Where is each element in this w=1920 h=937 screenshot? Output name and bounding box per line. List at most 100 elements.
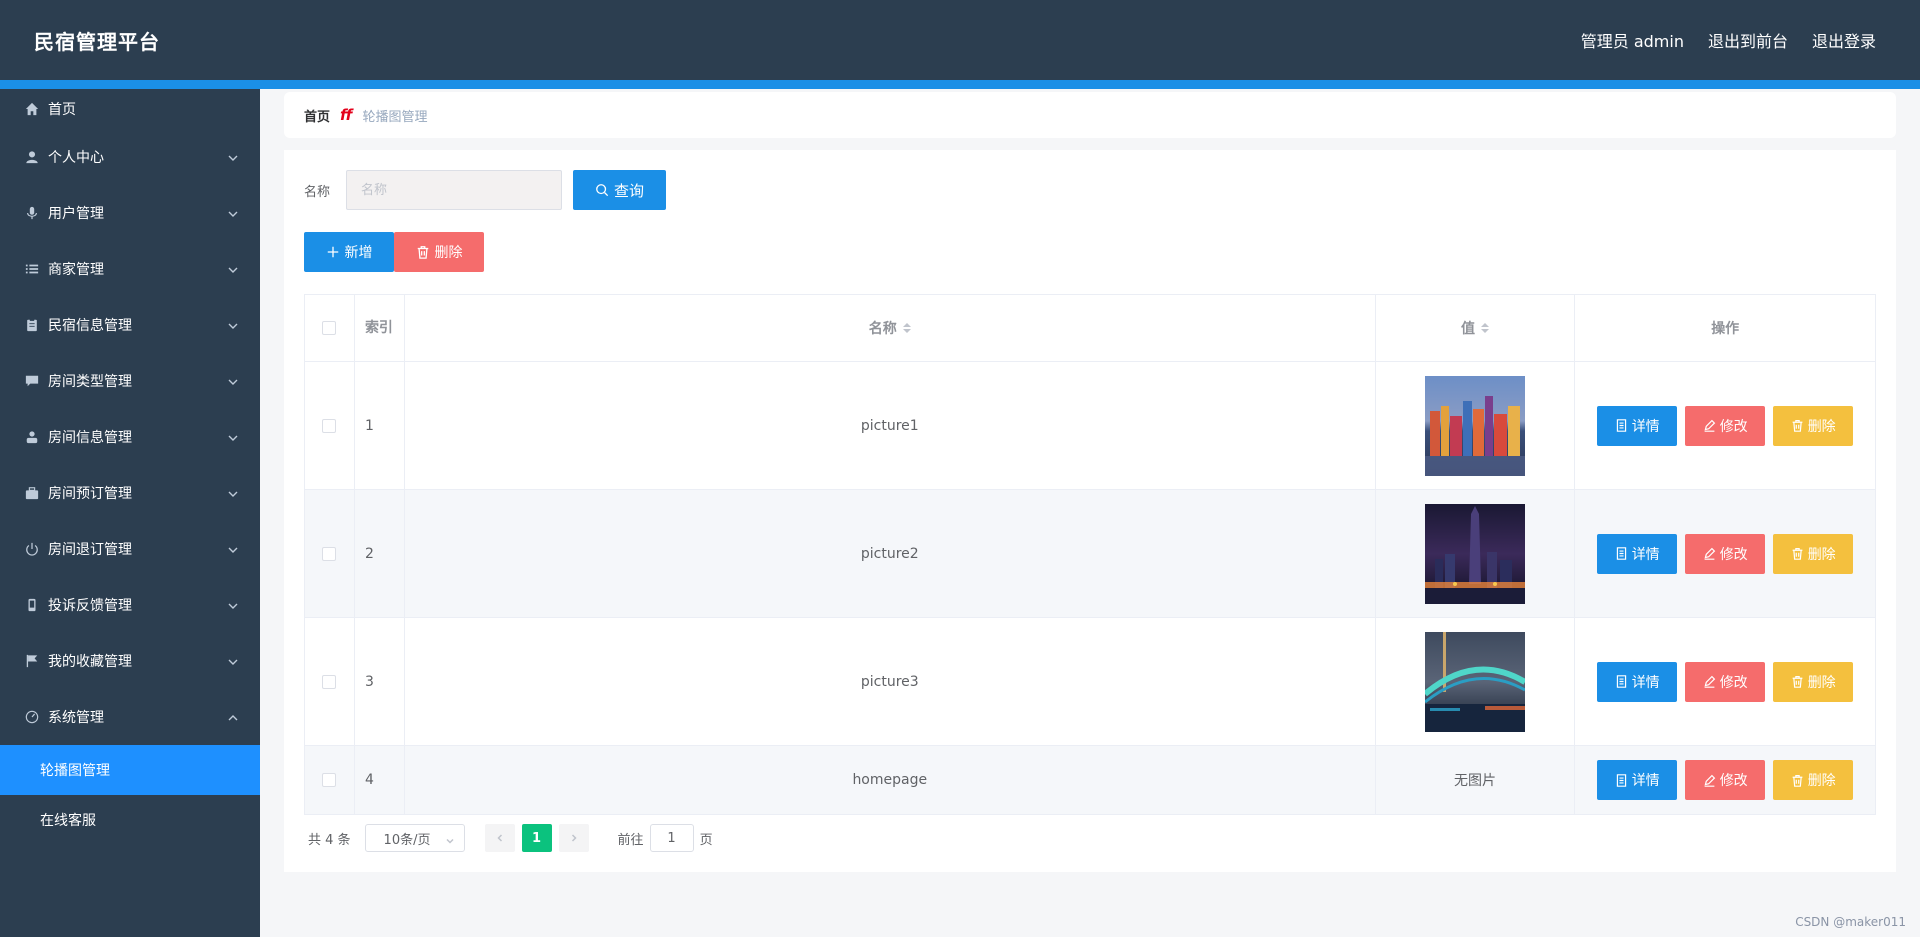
sidebar-subitem-online-service[interactable]: 在线客服 — [0, 795, 260, 845]
trash-icon — [417, 246, 428, 259]
row-thumbnail-image[interactable] — [1425, 503, 1526, 604]
chevron-down-icon — [228, 487, 238, 497]
edit-button[interactable]: 修改 — [1685, 661, 1766, 702]
delete-button[interactable]: 删除 — [1773, 661, 1854, 702]
sidebar-item-system-management[interactable]: 系统管理 — [0, 689, 260, 745]
flag-icon — [24, 653, 40, 669]
add-button[interactable]: 新增 — [304, 232, 394, 272]
row-checkbox[interactable] — [322, 546, 337, 561]
sidebar-item-label: 用户管理 — [48, 206, 104, 222]
column-header-name[interactable]: 名称 — [405, 295, 1376, 361]
sort-icon[interactable] — [902, 323, 911, 333]
sidebar-item-label: 投诉反馈管理 — [48, 598, 132, 614]
row-checkbox[interactable] — [322, 418, 337, 433]
pagination: 共 4 条 10条/页 1 前往 页 — [308, 824, 713, 852]
table-header-row: 索引 名称 值 操作 — [305, 295, 1875, 362]
select-all-checkbox[interactable] — [322, 321, 337, 335]
row-thumbnail-image[interactable] — [1425, 631, 1526, 732]
prev-page-button[interactable] — [484, 824, 515, 852]
clipboard-icon — [24, 317, 40, 333]
current-user: 管理员 admin — [1580, 32, 1684, 51]
chevron-down-icon — [228, 151, 238, 161]
sidebar-item-complaint-feedback[interactable]: 投诉反馈管理 — [0, 577, 260, 633]
sidebar-item-user-management[interactable]: 用户管理 — [0, 185, 260, 241]
sidebar-item-merchant-management[interactable]: 商家管理 — [0, 241, 260, 297]
list-icon — [24, 261, 40, 277]
sidebar-item-home[interactable]: 首页 — [0, 89, 260, 129]
sidebar-item-favorites[interactable]: 我的收藏管理 — [0, 633, 260, 689]
chat-icon — [24, 373, 40, 389]
chevron-left-icon — [496, 834, 502, 842]
page-number-current[interactable]: 1 — [521, 824, 552, 852]
document-icon — [1616, 675, 1626, 688]
chevron-right-icon — [571, 834, 577, 842]
trash-icon — [1792, 548, 1803, 560]
plus-icon — [327, 246, 338, 258]
row-index: 4 — [355, 746, 405, 814]
detail-button[interactable]: 详情 — [1597, 760, 1678, 800]
detail-button[interactable]: 详情 — [1597, 661, 1678, 702]
power-icon — [24, 541, 40, 557]
document-icon — [1616, 547, 1626, 560]
sidebar-subitem-carousel[interactable]: 轮播图管理 — [0, 745, 260, 795]
search-button[interactable]: 查询 — [573, 170, 667, 210]
row-checkbox[interactable] — [322, 674, 337, 689]
sidebar-item-room-cancel[interactable]: 房间退订管理 — [0, 521, 260, 577]
page-size-select[interactable]: 10条/页 — [364, 824, 465, 852]
edit-button[interactable]: 修改 — [1685, 405, 1766, 446]
row-name: picture1 — [405, 362, 1376, 489]
phone-icon — [24, 597, 40, 613]
delete-button[interactable]: 删除 — [1773, 760, 1854, 800]
edit-button[interactable]: 修改 — [1685, 760, 1766, 800]
goto-page-input[interactable] — [649, 824, 694, 852]
row-name: picture2 — [405, 490, 1376, 617]
edit-icon — [1704, 547, 1715, 560]
row-index: 1 — [355, 362, 405, 489]
search-input[interactable] — [346, 170, 563, 210]
breadcrumb-home[interactable]: 首页 — [304, 106, 330, 125]
sidebar-item-homestay-info[interactable]: 民宿信息管理 — [0, 297, 260, 353]
edit-button[interactable]: 修改 — [1685, 533, 1766, 574]
chevron-down-icon — [228, 655, 238, 665]
detail-button[interactable]: 详情 — [1597, 405, 1678, 446]
top-header: 民宿管理平台 管理员 admin 退出到前台 退出登录 — [0, 0, 1920, 80]
main-content: 名称 查询 新增 删除 索引 名称 值 操作 — [284, 150, 1896, 872]
chevron-up-icon — [228, 711, 238, 721]
batch-delete-button[interactable]: 删除 — [394, 232, 484, 272]
detail-button[interactable]: 详情 — [1597, 533, 1678, 574]
sidebar: 首页 个人中心 用户管理 商家管理 民宿信息管理 房间类型管理 房间信息管理 房… — [0, 89, 260, 937]
microphone-icon — [24, 205, 40, 221]
row-name: picture3 — [405, 618, 1376, 745]
chevron-down-icon — [228, 263, 238, 273]
goto-suffix: 页 — [699, 832, 713, 848]
trash-icon — [1792, 774, 1803, 787]
goto-prefix: 前往 — [617, 832, 644, 848]
user-icon — [24, 149, 40, 165]
row-name: homepage — [405, 746, 1376, 814]
trash-icon — [1792, 420, 1803, 432]
delete-button[interactable]: 删除 — [1773, 533, 1854, 574]
sidebar-item-label: 首页 — [48, 102, 76, 118]
delete-button[interactable]: 删除 — [1773, 405, 1854, 446]
exit-to-front-link[interactable]: 退出到前台 — [1708, 28, 1788, 52]
sidebar-item-label: 商家管理 — [48, 262, 104, 278]
sidebar-item-label: 系统管理 — [48, 710, 104, 726]
sidebar-item-personal-center[interactable]: 个人中心 — [0, 129, 260, 185]
column-header-index: 索引 — [355, 295, 405, 361]
column-header-value[interactable]: 值 — [1376, 295, 1576, 361]
chevron-down-icon — [228, 207, 238, 217]
row-checkbox[interactable] — [322, 773, 337, 787]
sidebar-item-room-type[interactable]: 房间类型管理 — [0, 353, 260, 409]
sidebar-item-room-booking[interactable]: 房间预订管理 — [0, 465, 260, 521]
app-title: 民宿管理平台 — [34, 30, 160, 54]
sidebar-item-label: 个人中心 — [48, 150, 104, 166]
sort-icon[interactable] — [1481, 323, 1490, 333]
document-icon — [1616, 419, 1626, 432]
row-thumbnail-image[interactable] — [1425, 375, 1526, 476]
next-page-button[interactable] — [558, 824, 589, 852]
logout-link[interactable]: 退出登录 — [1812, 28, 1876, 52]
row-index: 3 — [355, 618, 405, 745]
header-accent-bar — [0, 80, 1920, 89]
chevron-down-icon — [228, 599, 238, 609]
sidebar-item-room-info[interactable]: 房间信息管理 — [0, 409, 260, 465]
